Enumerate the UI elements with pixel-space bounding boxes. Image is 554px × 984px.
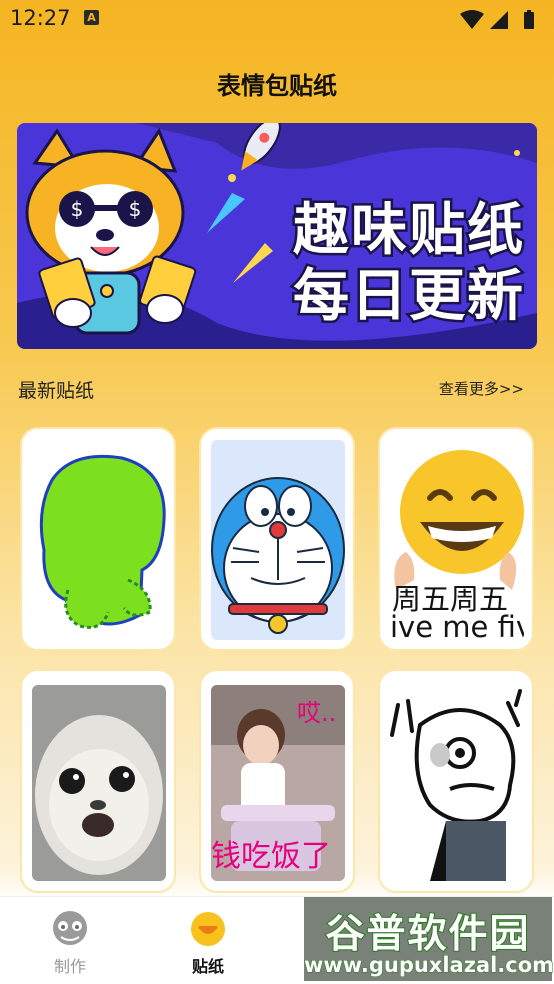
status-bar: 12:27 A bbox=[0, 0, 554, 40]
svg-text:$: $ bbox=[129, 197, 142, 221]
grin-emoji-sticker: 周五周五 ive me fiv bbox=[390, 440, 524, 640]
tab-label: 制作 bbox=[53, 957, 86, 976]
sticker-card-doraemon[interactable] bbox=[199, 427, 355, 651]
sticker-caption: ive me fiv bbox=[390, 610, 524, 640]
seal-sticker bbox=[32, 685, 166, 881]
tab-make[interactable]: 制作 bbox=[0, 897, 140, 984]
latest-stickers-header: 最新贴纸 查看更多>> bbox=[18, 376, 524, 402]
watermark-url: www.gupuxlazal.com bbox=[304, 953, 554, 978]
sticker-card-green-blob[interactable] bbox=[20, 427, 176, 651]
site-watermark: 谷普软件园 www.gupuxlazal.com bbox=[304, 897, 554, 981]
sticker-card-seal[interactable] bbox=[20, 669, 176, 893]
notification-badge: A bbox=[84, 10, 99, 25]
skull-icon bbox=[53, 911, 87, 945]
sticker-card-grin-emoji[interactable]: 周五周五 ive me fiv bbox=[378, 427, 534, 651]
green-blob-sticker bbox=[32, 440, 166, 640]
battery-icon bbox=[524, 10, 534, 29]
sketch-dog-sticker bbox=[390, 685, 524, 881]
signal-icon bbox=[490, 11, 508, 29]
svg-text:$: $ bbox=[71, 197, 84, 221]
sticker-caption: 哎.. bbox=[297, 699, 337, 727]
dog-mascot-icon: $ $ bbox=[25, 127, 197, 335]
section-title: 最新贴纸 bbox=[18, 380, 95, 402]
baby-sticker: 哎.. 钱吃饭了 bbox=[211, 685, 345, 881]
promo-banner[interactable]: $ $ 趣味贴纸 每日更新 bbox=[17, 123, 537, 349]
banner-subheadline: 每日更新 bbox=[291, 262, 526, 332]
tab-stickers[interactable]: 贴纸 bbox=[138, 897, 278, 984]
status-time: 12:27 bbox=[10, 6, 71, 30]
sticker-card-baby[interactable]: 哎.. 钱吃饭了 bbox=[199, 669, 355, 893]
status-icons bbox=[458, 8, 544, 36]
wifi-icon bbox=[460, 10, 484, 29]
page-title: 表情包贴纸 bbox=[217, 72, 337, 100]
doraemon-sticker bbox=[211, 440, 345, 640]
watermark-title: 谷普软件园 bbox=[324, 911, 531, 958]
sticker-caption: 钱吃饭了 bbox=[211, 839, 331, 874]
smile-face-icon bbox=[191, 912, 225, 946]
view-more-link[interactable]: 查看更多>> bbox=[439, 378, 524, 399]
tab-label: 贴纸 bbox=[191, 957, 224, 976]
sticker-card-sketch-dog[interactable] bbox=[378, 669, 534, 893]
